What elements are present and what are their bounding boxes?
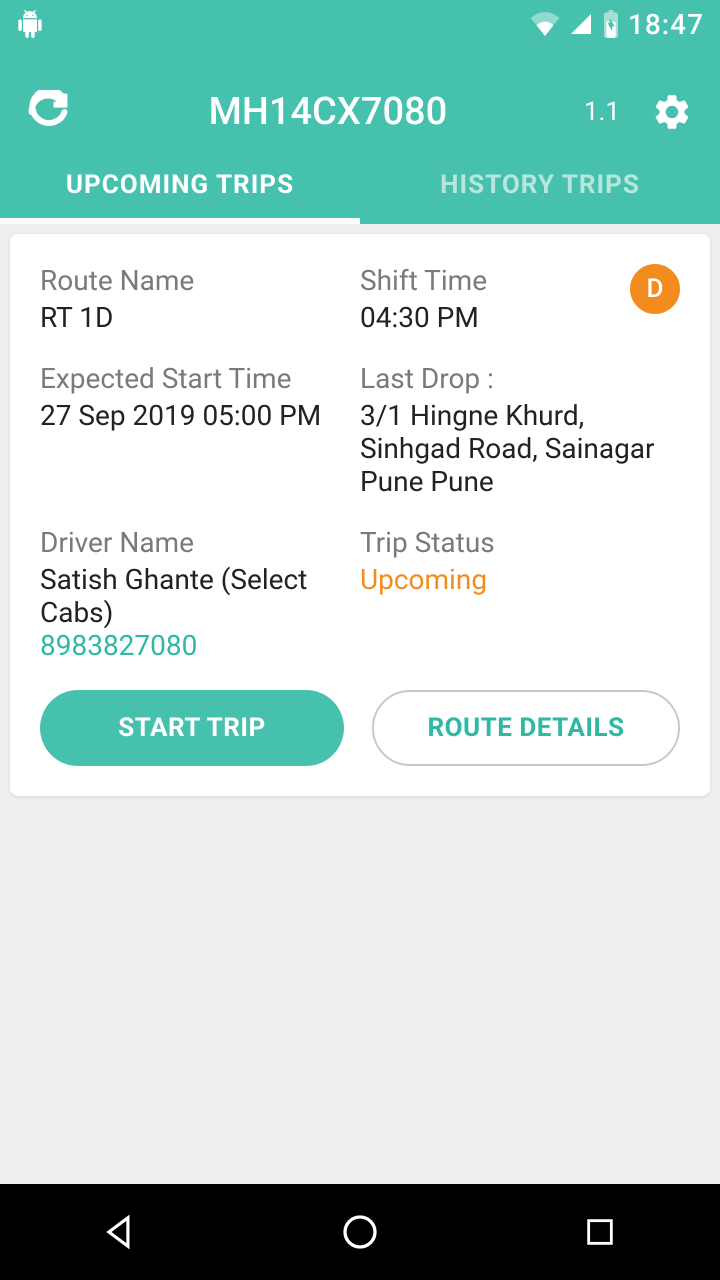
wifi-icon xyxy=(530,12,560,36)
settings-button[interactable] xyxy=(648,88,696,136)
trip-status-label: Trip Status xyxy=(360,526,680,559)
col-trip-status: Trip Status Upcoming xyxy=(360,526,680,662)
col-expected-start: Expected Start Time 27 Sep 2019 05:00 PM xyxy=(40,362,360,498)
recent-icon xyxy=(583,1215,617,1249)
last-drop-value: 3/1 Hingne Khurd, Sinhgad Road, Sainagar… xyxy=(360,399,680,498)
col-shift: Shift Time 04:30 PM D xyxy=(360,264,680,334)
app-bar: MH14CX7080 1.1 xyxy=(0,48,720,152)
start-trip-button[interactable]: START TRIP xyxy=(40,690,344,766)
battery-icon xyxy=(602,10,620,38)
signal-icon xyxy=(568,12,594,36)
col-route: Route Name RT 1D xyxy=(40,264,360,334)
last-drop-label: Last Drop : xyxy=(360,362,680,395)
tab-upcoming[interactable]: UPCOMING TRIPS xyxy=(0,152,360,224)
refresh-icon xyxy=(26,90,70,134)
trip-card: Route Name RT 1D Shift Time 04:30 PM D E… xyxy=(10,234,710,796)
trip-status-value: Upcoming xyxy=(360,563,680,596)
status-left xyxy=(16,10,44,38)
app-title: MH14CX7080 xyxy=(72,90,584,134)
app-version: 1.1 xyxy=(584,97,620,127)
expected-start-value: 27 Sep 2019 05:00 PM xyxy=(40,399,360,432)
content-area: Route Name RT 1D Shift Time 04:30 PM D E… xyxy=(0,224,720,1184)
app-bar-top: MH14CX7080 1.1 xyxy=(24,72,696,152)
route-details-button[interactable]: ROUTE DETAILS xyxy=(372,690,680,766)
driver-name-label: Driver Name xyxy=(40,526,360,559)
android-icon xyxy=(16,10,44,38)
driver-phone[interactable]: 8983827080 xyxy=(40,629,360,662)
driver-name-value: Satish Ghante (Select Cabs) xyxy=(40,563,360,629)
system-nav-bar xyxy=(0,1184,720,1280)
nav-back-button[interactable] xyxy=(92,1204,148,1260)
expected-start-label: Expected Start Time xyxy=(40,362,360,395)
shift-time-value: 04:30 PM xyxy=(360,301,680,334)
nav-recent-button[interactable] xyxy=(572,1204,628,1260)
gear-icon xyxy=(651,91,693,133)
back-icon xyxy=(101,1213,139,1251)
row-start-drop: Expected Start Time 27 Sep 2019 05:00 PM… xyxy=(40,362,680,498)
col-last-drop: Last Drop : 3/1 Hingne Khurd, Sinhgad Ro… xyxy=(360,362,680,498)
status-bar: 18:47 xyxy=(0,0,720,48)
home-icon xyxy=(340,1212,380,1252)
route-name-value: RT 1D xyxy=(40,301,360,334)
trip-type-badge: D xyxy=(630,264,680,314)
col-driver: Driver Name Satish Ghante (Select Cabs) … xyxy=(40,526,360,662)
status-right: 18:47 xyxy=(530,8,704,41)
row-route-shift: Route Name RT 1D Shift Time 04:30 PM D xyxy=(40,264,680,334)
route-name-label: Route Name xyxy=(40,264,360,297)
card-buttons: START TRIP ROUTE DETAILS xyxy=(40,690,680,766)
refresh-button[interactable] xyxy=(24,88,72,136)
tabs: UPCOMING TRIPS HISTORY TRIPS xyxy=(0,152,720,224)
tab-history[interactable]: HISTORY TRIPS xyxy=(360,152,720,224)
row-driver-status: Driver Name Satish Ghante (Select Cabs) … xyxy=(40,526,680,662)
status-time: 18:47 xyxy=(628,8,704,41)
nav-home-button[interactable] xyxy=(332,1204,388,1260)
